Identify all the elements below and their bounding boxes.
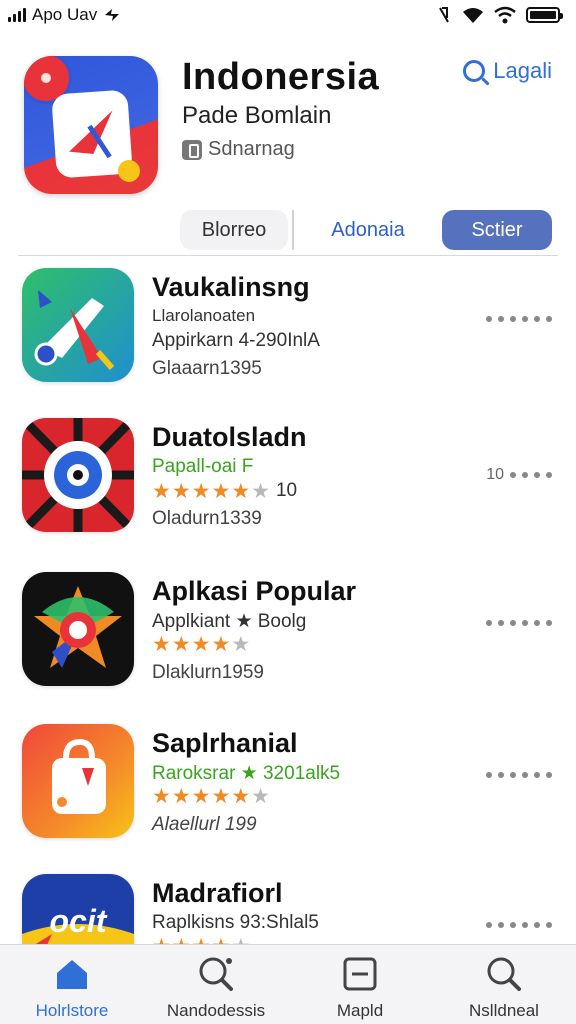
featured-app-icon[interactable] [24,56,158,194]
wifi-icon-1 [463,8,483,23]
tab-label: Nandodessis [166,1001,266,1020]
app-icon-duatolsladn[interactable] [22,418,134,532]
wifi-icon-2 [494,6,516,24]
list-item[interactable]: Duatolsladn Papall-oai F ★ ★ ★ ★ ★ ★ 10 Oladu… [0,412,576,552]
search-icon [484,955,524,993]
cell-signal-icon [8,8,26,22]
yellow-dot-icon [118,160,140,182]
svg-text:ocit: ocit [50,903,108,939]
app-rating-row: ★ ★ ★ ★ ★ ★ 10 [152,480,297,502]
app-icon-madrafiorl[interactable]: ocit [22,874,134,944]
app-title: Duatolsladn [152,422,307,452]
status-left: Apo Uav [8,5,121,25]
tab-label: Holrlstore [35,1001,109,1020]
segment-1[interactable]: Blorreo [180,210,288,250]
home-icon [52,955,92,993]
app-developer: Applkiant ★ Boolg [152,611,307,632]
tab-map[interactable]: Mapld [288,945,432,1024]
category-text: Sdnarnag [208,138,295,160]
tab-home[interactable]: Holrlstore [0,945,144,1024]
app-developer: Llarolanoaten [152,306,256,325]
app-downloads: Dlaklurn1959 [152,662,264,683]
app-meta-text: Appirkarn 4-290InlA [152,330,320,351]
page-title: Indonersia [182,56,380,98]
segment-divider [292,210,294,250]
search-label: Lagali [493,58,552,83]
rating-stars: ★ ★ ★ ★ ★ ★ [152,479,270,503]
app-list: Vaukalinsng Llarolanoaten Appirkarn 4-29… [0,262,576,944]
app-icon-vaukalinsng[interactable] [22,268,134,382]
page-subtitle: Pade Bomlain [182,102,332,129]
app-downloads: Oladurn1339 [152,508,262,529]
app-icon-saplrhanial[interactable] [22,724,134,838]
more-options-button[interactable] [486,316,552,322]
tab-search-2[interactable]: Nslldneal [432,945,576,1024]
search-icon [463,60,486,82]
status-bar: Apo Uav [0,0,576,30]
tab-label: Nslldneal [469,1001,539,1020]
list-item[interactable]: ocit Madrafiorl Raplkisns 93:Shlal5 ★★★★… [0,868,576,944]
rating-stars: ★ ★ ★ ★ ★ ★ [152,785,270,808]
more-options-button[interactable] [486,620,552,626]
list-item[interactable]: Vaukalinsng Llarolanoaten Appirkarn 4-29… [0,262,576,402]
vibrate-icon [439,7,449,23]
app-downloads: Alaellurl 199 [152,814,257,835]
app-rating-row: ★ ★ ★ ★ ★ ★ [152,786,270,807]
app-developer: Papall-oai F [152,456,254,477]
tab-label: Mapld [336,1001,384,1020]
tab-bar: Holrlstore Nandodessis Mapld Nslldneal [0,944,576,1024]
segment-3-selected[interactable]: Sctier [442,210,552,250]
app-header: Indonersia Pade Bomlain Sdnarnag Lagali [0,40,576,200]
battery-fill [530,11,556,19]
app-developer: Raplkisns 93:Shlal5 [152,912,319,933]
more-label: 10 [486,466,504,483]
segmented-control: Blorreo Adonaia Sctier [180,208,556,252]
rating-stars: ★★★★★ [152,633,251,656]
rating-count: 10 [275,480,298,501]
app-meta: Appirkarn 4-290InlA [152,330,320,352]
app-downloads: Glaaarn1395 [152,358,262,379]
status-right [436,6,563,24]
more-options-button[interactable] [486,922,552,928]
bolt-icon [105,9,120,21]
app-title: Madrafiorl [152,878,283,908]
app-title: Aplkasi Popular [152,576,357,606]
more-options-button[interactable]: 10 [486,466,552,484]
carrier-label: Apo Uav [32,5,98,24]
rating-stars: ★★★★★ [152,936,250,944]
battery-icon [526,7,563,23]
category-label: Sdnarnag [182,138,295,161]
tab-search[interactable]: Nandodessis [144,945,288,1024]
app-title: Saplrhanial [152,728,298,758]
segment-2[interactable]: Adonaia [298,210,438,250]
search-button[interactable]: Lagali [463,58,552,84]
search-icon [196,955,236,993]
header-divider [18,255,558,256]
app-rating-row: ★★★★★ [152,936,250,944]
list-item[interactable]: Aplkasi Popular Applkiant ★ Boolg ★ ★ ★ ★ ★ … [0,566,576,706]
app-developer: Raroksrar ★ 3201alk5 [152,763,341,784]
category-icon [182,139,202,160]
app-title: Vaukalinsng [152,272,310,302]
minus-box-icon [340,955,380,993]
app-icon-aplikasi-popular[interactable] [22,572,134,686]
list-item[interactable]: Saplrhanial Raroksrar ★ 3201alk5 ★ ★ ★ ★ ★ ★ … [0,718,576,858]
more-options-button[interactable] [486,772,552,778]
app-rating-row: ★★★★★ [152,634,250,655]
